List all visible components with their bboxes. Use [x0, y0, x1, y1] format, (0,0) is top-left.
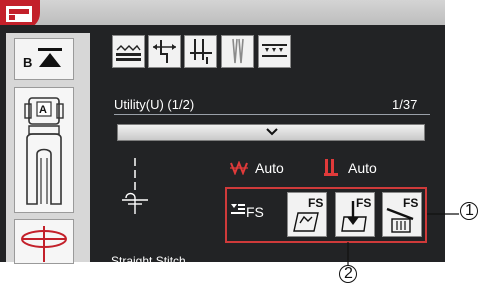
favorite-stitch-load-button[interactable]: FS: [335, 192, 375, 237]
needle-stop-button[interactable]: [184, 35, 217, 68]
thread-tension-icon: [230, 161, 248, 175]
callout-2-circle: 2: [339, 265, 357, 283]
favorite-stitch-indicator-icon: [231, 204, 245, 214]
callout-1-number: 1: [465, 202, 474, 219]
callout-1-circle: 1: [460, 202, 478, 220]
fs-badge: FS: [356, 196, 371, 210]
title-divider: [114, 114, 430, 115]
presser-foot-button-label: B: [23, 55, 33, 70]
stitch-width-icon: [116, 44, 141, 61]
twin-needle-button[interactable]: [221, 35, 254, 68]
presser-foot-label: A: [39, 104, 47, 116]
needle-plate-icon: [21, 226, 67, 262]
needle-position-button[interactable]: [148, 35, 181, 68]
favorite-stitch-delete-icon: FS: [386, 196, 418, 233]
presser-foot-button[interactable]: B: [14, 38, 74, 80]
presser-pressure-value: Auto: [348, 160, 377, 176]
feed-dog-icon: [262, 44, 287, 57]
favorite-stitch-label: FS: [246, 204, 264, 220]
sewing-machine-icon: [6, 6, 32, 22]
fs-badge: FS: [308, 196, 323, 210]
stitch-width-button[interactable]: [112, 35, 145, 68]
chevron-down-icon: [266, 128, 278, 136]
favorite-stitch-load-icon: FS: [341, 196, 371, 232]
favorite-stitch-save-icon: FS: [293, 196, 323, 232]
callout-leader-2: [347, 242, 349, 266]
page-count: 1/37: [392, 97, 418, 112]
needle-stop-icon: [190, 39, 212, 64]
callout-leader-1: [427, 213, 459, 215]
page-title: Utility(U) (1/2): [114, 97, 195, 112]
top-bar: [0, 0, 445, 25]
presser-foot-indicator: A: [14, 87, 74, 213]
needle-position-icon: [153, 40, 176, 63]
stitch-list-toggle[interactable]: [117, 124, 425, 141]
favorite-stitch-save-button[interactable]: FS: [287, 192, 327, 237]
twin-needle-icon: [232, 38, 244, 64]
presser-pressure-icon: [324, 159, 338, 176]
presser-foot-up-icon: [38, 48, 62, 67]
thread-tension-value: Auto: [255, 160, 284, 176]
fs-badge: FS: [403, 196, 418, 210]
needle-plate-indicator: [14, 219, 74, 264]
callout-2-number: 2: [344, 265, 353, 282]
stitch-name: Straight Stitch: [111, 254, 186, 268]
favorite-stitch-delete-button[interactable]: FS: [382, 192, 422, 237]
feed-dog-button[interactable]: [258, 35, 291, 68]
stitch-preview-icon: [122, 158, 148, 214]
